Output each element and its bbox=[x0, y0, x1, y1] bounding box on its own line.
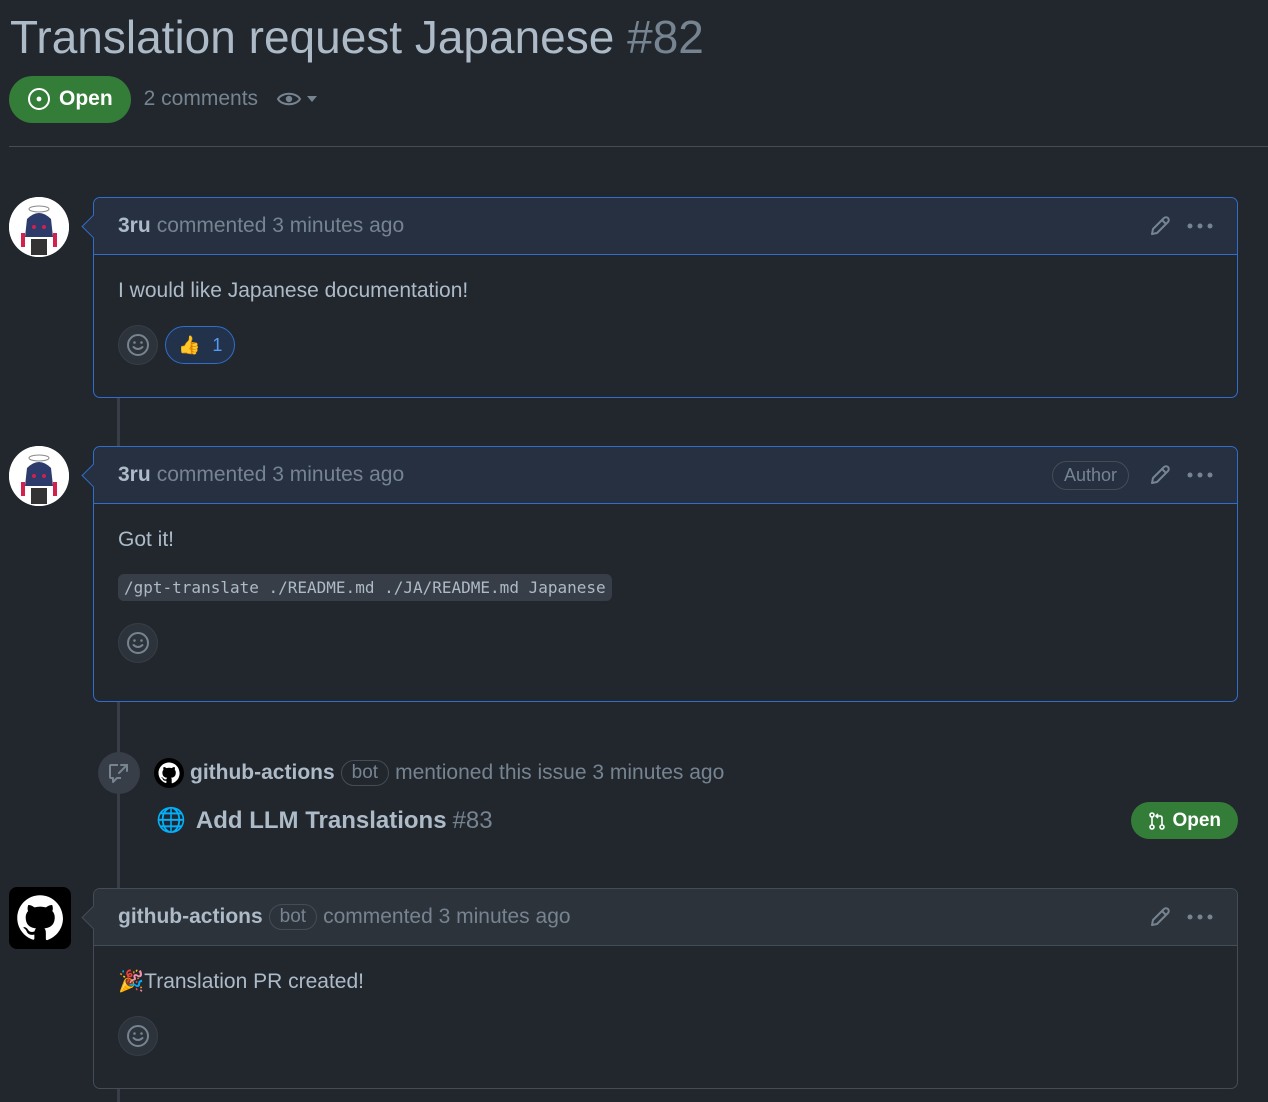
edit-comment-button[interactable] bbox=[1149, 215, 1171, 237]
edit-comment-button[interactable] bbox=[1149, 906, 1171, 928]
comment-body-text: I would like Japanese documentation! bbox=[118, 279, 469, 302]
smiley-icon bbox=[127, 334, 149, 356]
pr-number[interactable]: #83 bbox=[453, 807, 493, 835]
avatar-3ru[interactable] bbox=[9, 446, 69, 506]
github-logo-icon bbox=[158, 762, 180, 784]
cross-reference-icon bbox=[109, 764, 128, 783]
smiley-icon bbox=[127, 632, 149, 654]
reactions-bar: 👍 1 bbox=[118, 325, 1213, 365]
add-reaction-button[interactable] bbox=[118, 623, 158, 663]
comment-timestamp[interactable]: commented 3 minutes ago bbox=[323, 905, 570, 929]
timeline-connector bbox=[117, 1088, 120, 1102]
globe-icon: 🌐 bbox=[156, 807, 186, 834]
comment-options-button[interactable] bbox=[1187, 472, 1213, 478]
comment-author[interactable]: 3ru bbox=[118, 214, 151, 238]
event-description[interactable]: mentioned this issue 3 minutes ago bbox=[395, 761, 724, 785]
comment-header: 3ru commented 3 minutes ago bbox=[81, 198, 1237, 255]
comment-timestamp[interactable]: commented 3 minutes ago bbox=[157, 214, 404, 238]
issue-open-icon bbox=[28, 88, 50, 110]
pencil-icon bbox=[1151, 907, 1170, 926]
comment-card: github-actions bot commented 3 minutes a… bbox=[81, 888, 1238, 1089]
issue-meta: Open 2 comments bbox=[9, 75, 318, 123]
avatar-3ru[interactable] bbox=[9, 197, 69, 257]
party-popper-icon: 🎉 bbox=[118, 970, 145, 993]
comment-card: 3ru commented 3 minutes ago I would like… bbox=[81, 197, 1238, 398]
pr-title-link[interactable]: Add LLM Translations bbox=[196, 807, 447, 835]
comment-body-text: Got it! bbox=[118, 528, 175, 551]
author-label: Author bbox=[1051, 460, 1129, 490]
caret-down-icon bbox=[307, 96, 318, 102]
subscribe-dropdown[interactable] bbox=[276, 89, 318, 109]
kebab-horizontal-icon bbox=[1187, 914, 1213, 920]
comment-author[interactable]: 3ru bbox=[118, 463, 151, 487]
comment-timestamp[interactable]: commented 3 minutes ago bbox=[157, 463, 404, 487]
issue-title: Translation request Japanese #82 bbox=[10, 8, 704, 66]
reaction-thumbs-up[interactable]: 👍 1 bbox=[165, 326, 236, 364]
comment-body-text: 🎉Translation PR created! bbox=[118, 970, 1213, 994]
issue-state-label: Open bbox=[59, 87, 113, 110]
comment-card: 3ru commented 3 minutes ago Author Got i… bbox=[81, 446, 1238, 702]
add-reaction-button[interactable] bbox=[118, 1016, 158, 1056]
avatar-image bbox=[9, 446, 69, 506]
header-divider bbox=[9, 146, 1268, 147]
comment-pointer bbox=[81, 214, 106, 239]
comment-body-message: Translation PR created! bbox=[144, 970, 364, 993]
comment-options-button[interactable] bbox=[1187, 223, 1213, 229]
thumbs-up-icon: 👍 bbox=[178, 334, 201, 355]
edit-comment-button[interactable] bbox=[1149, 464, 1171, 486]
avatar-github-actions[interactable] bbox=[9, 887, 71, 949]
kebab-horizontal-icon bbox=[1187, 223, 1213, 229]
add-reaction-button[interactable] bbox=[118, 325, 158, 365]
issue-state-badge: Open bbox=[9, 75, 131, 123]
comment-options-button[interactable] bbox=[1187, 914, 1213, 920]
pencil-icon bbox=[1151, 216, 1170, 235]
comment-header: 3ru commented 3 minutes ago Author bbox=[81, 447, 1237, 504]
cross-reference-event: github-actions bot mentioned this issue … bbox=[98, 752, 1238, 842]
comment-pointer bbox=[81, 463, 106, 488]
reactions-bar bbox=[118, 1016, 1213, 1056]
comment-author[interactable]: github-actions bbox=[118, 905, 263, 929]
kebab-horizontal-icon bbox=[1187, 472, 1213, 478]
event-actor[interactable]: github-actions bbox=[190, 761, 335, 785]
eye-icon bbox=[276, 92, 302, 106]
github-logo-icon bbox=[17, 895, 63, 941]
smiley-icon bbox=[127, 1025, 149, 1047]
git-pull-request-icon bbox=[1149, 811, 1166, 830]
pencil-icon bbox=[1151, 465, 1170, 484]
issue-number: #82 bbox=[627, 11, 704, 63]
bot-label: bot bbox=[268, 904, 318, 930]
reactions-bar bbox=[118, 623, 1213, 663]
comment-header: github-actions bot commented 3 minutes a… bbox=[81, 889, 1237, 946]
comment-pointer bbox=[81, 905, 106, 930]
timeline-connector bbox=[117, 397, 120, 447]
avatar-image bbox=[9, 197, 69, 257]
github-actions-avatar[interactable] bbox=[154, 758, 184, 788]
pr-state-badge: Open bbox=[1131, 802, 1238, 839]
issue-title-text: Translation request Japanese bbox=[10, 11, 615, 63]
comment-count: 2 comments bbox=[143, 87, 259, 110]
bot-label: bot bbox=[340, 760, 390, 786]
cross-reference-badge bbox=[98, 752, 140, 794]
reaction-count: 1 bbox=[212, 334, 223, 355]
pr-state-label: Open bbox=[1172, 809, 1221, 831]
inline-code: /gpt-translate ./README.md ./JA/README.m… bbox=[118, 574, 612, 601]
